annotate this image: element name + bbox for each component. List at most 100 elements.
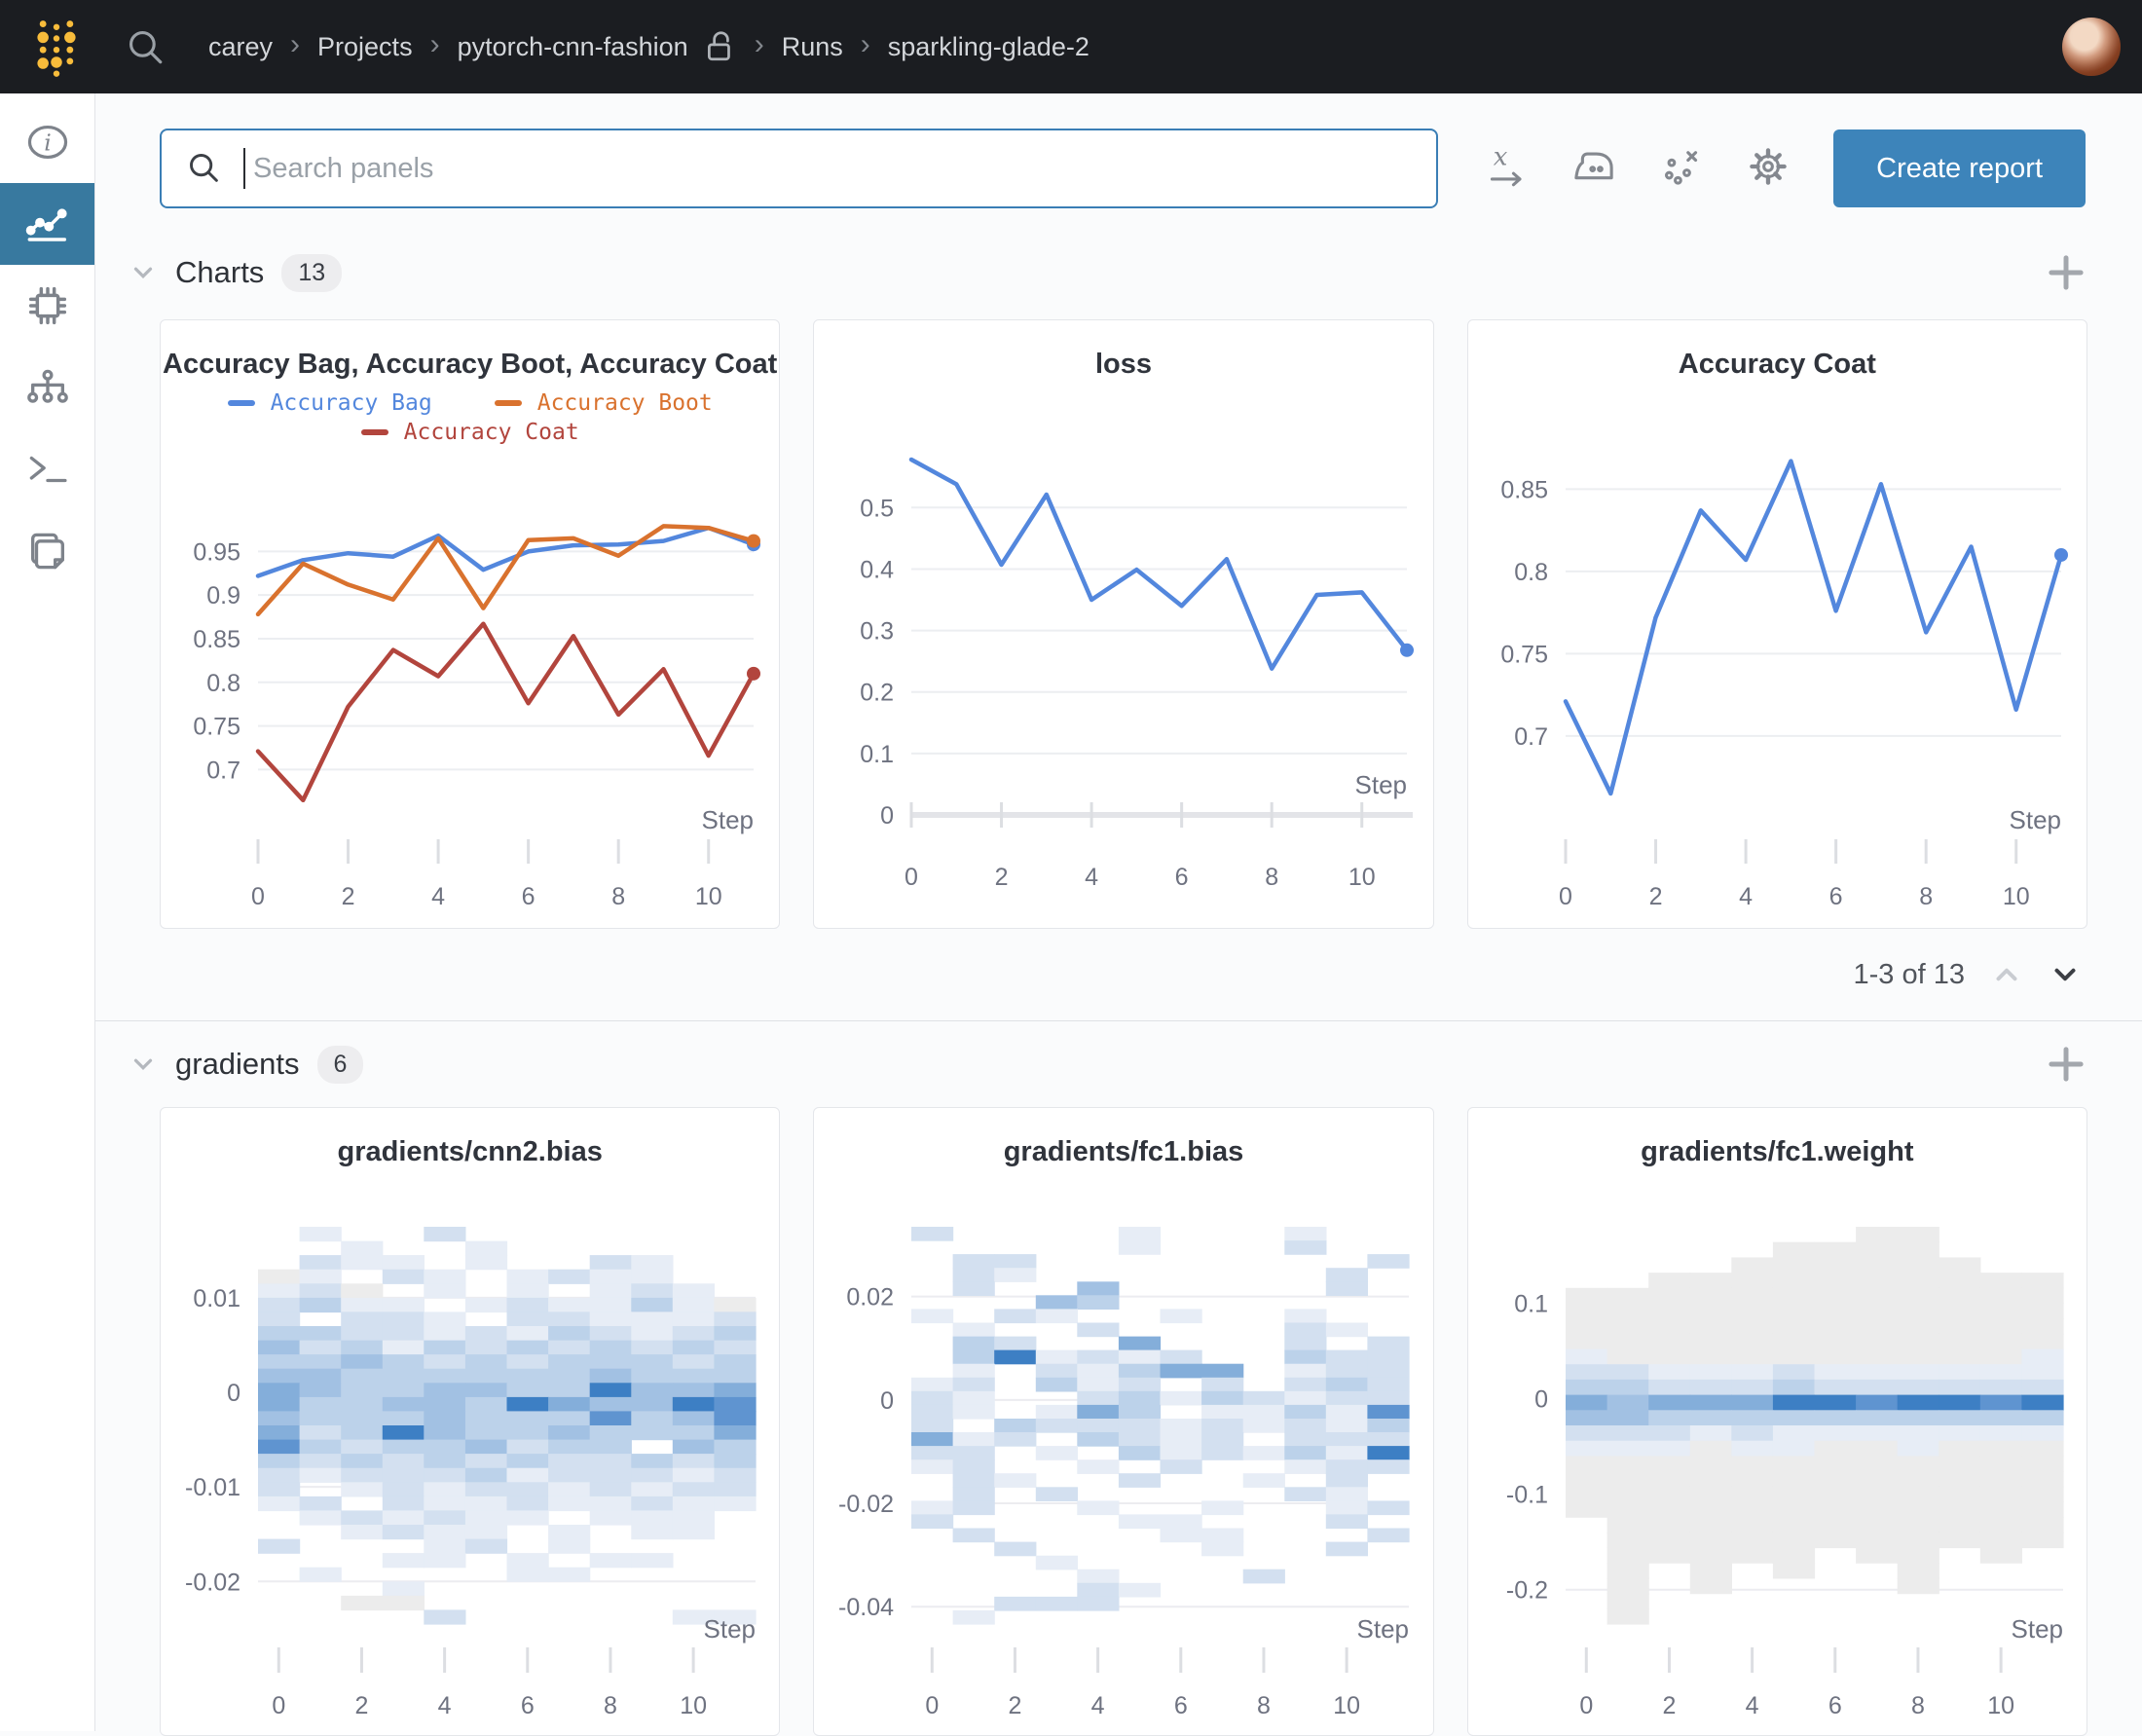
svg-text:10: 10 [695,883,722,910]
svg-text:-0.01: -0.01 [185,1474,240,1501]
legend-item-accuracy-boot[interactable]: Accuracy Boot [495,390,713,416]
section-title-gradients[interactable]: gradients [175,1047,300,1082]
smoothing-iron-icon[interactable] [1572,147,1615,191]
chevron-down-icon[interactable] [129,258,158,287]
svg-text:Step: Step [704,1614,757,1644]
sidebar-item-model[interactable] [0,347,94,428]
chevron-down-icon[interactable] [129,1050,158,1079]
charts-panel-row: Accuracy Bag, Accuracy Boot, Accuracy Co… [95,294,2142,929]
search-icon [187,151,222,186]
svg-text:6: 6 [1828,1692,1841,1719]
sidebar-item-charts[interactable] [0,183,94,265]
legend-item-accuracy-bag[interactable]: Accuracy Bag [228,390,432,416]
heatmap-canvas[interactable]: 0.010-0.01-0.020246810Step [161,1219,780,1735]
user-avatar[interactable] [2062,18,2121,76]
svg-text:6: 6 [1828,883,1842,910]
create-report-button[interactable]: Create report [1833,129,2086,207]
section-header-gradients: gradients 6 [129,1043,2087,1086]
sidebar-item-system[interactable] [0,265,94,347]
panel-accuracy-multi[interactable]: Accuracy Bag, Accuracy Boot, Accuracy Co… [160,319,780,929]
svg-text:4: 4 [438,1692,452,1719]
section-header-charts: Charts 13 [129,251,2087,294]
breadcrumb: carey › Projects › pytorch-cnn-fashion ›… [208,29,1089,64]
sidebar-item-files[interactable] [0,510,94,592]
legend-item-accuracy-coat[interactable]: Accuracy Coat [361,420,579,445]
svg-text:-0.1: -0.1 [1506,1482,1548,1509]
search-panels-box[interactable] [160,129,1438,208]
svg-text:6: 6 [521,1692,535,1719]
panel-loss[interactable]: loss 0.50.40.30.20.100246810Step [813,319,1433,929]
breadcrumb-entity[interactable]: carey [208,32,273,62]
svg-text:10: 10 [2002,883,2029,910]
breadcrumb-separator: › [861,28,870,61]
svg-text:2: 2 [1648,883,1662,910]
panel-count-badge: 13 [281,254,342,292]
panel-title: gradients/cnn2.bias [161,1131,779,1172]
svg-text:4: 4 [1739,883,1753,910]
add-panel-icon[interactable] [2045,1043,2087,1086]
panel-title: gradients/fc1.bias [814,1131,1432,1172]
svg-text:0: 0 [926,1692,940,1719]
svg-text:6: 6 [1174,1692,1188,1719]
panel-accuracy-coat[interactable]: Accuracy Coat 0.850.80.750.70246810Step [1467,319,2087,929]
section-divider [95,1020,2142,1021]
legend-swatch [361,429,388,435]
page-up-icon[interactable] [1990,958,2023,991]
svg-text:4: 4 [431,883,445,910]
svg-text:4: 4 [1085,864,1098,891]
sidebar-item-overview[interactable]: i [0,101,94,183]
svg-text:Step: Step [702,805,755,834]
heatmap-canvas[interactable]: 0.10-0.1-0.20246810Step [1468,1219,2087,1735]
breadcrumb-separator: › [430,28,440,61]
breadcrumb-separator: › [755,28,764,61]
section-title-charts[interactable]: Charts [175,255,264,290]
line-chart-canvas[interactable]: 0.850.80.750.70246810Step [1468,429,2087,928]
svg-text:0.7: 0.7 [1514,723,1548,751]
sidebar-item-logs[interactable] [0,428,94,510]
breadcrumb-separator: › [290,28,300,61]
line-chart-canvas[interactable]: 0.950.90.850.80.750.70246810Step [161,507,780,928]
svg-text:0.9: 0.9 [206,582,240,609]
svg-text:-0.2: -0.2 [1506,1577,1548,1605]
heatmap-canvas[interactable]: 0.020-0.02-0.040246810Step [814,1219,1433,1735]
panel-toolbar-icons: x [1487,144,1791,194]
settings-gear-icon[interactable] [1746,144,1791,194]
svg-text:8: 8 [1257,1692,1271,1719]
svg-text:10: 10 [680,1692,707,1719]
panel-fc1-bias[interactable]: gradients/fc1.bias 0.020-0.02-0.04024681… [813,1107,1433,1736]
breadcrumb-projects[interactable]: Projects [317,32,413,62]
x-axis-icon[interactable]: x [1487,145,1528,193]
panel-fc1-weight[interactable]: gradients/fc1.weight 0.10-0.1-0.20246810… [1467,1107,2087,1736]
svg-text:8: 8 [1911,1692,1925,1719]
info-icon: i [23,122,72,163]
svg-text:0.95: 0.95 [193,538,240,566]
breadcrumb-runs[interactable]: Runs [782,32,843,62]
breadcrumb-run[interactable]: sparkling-glade-2 [888,32,1089,62]
svg-text:0: 0 [880,802,894,830]
svg-text:0: 0 [1534,1386,1548,1414]
svg-text:10: 10 [1987,1692,2014,1719]
add-panel-icon[interactable] [2045,251,2087,294]
wandb-logo-icon[interactable] [27,15,86,79]
panel-cnn2-bias[interactable]: gradients/cnn2.bias 0.010-0.01-0.0202468… [160,1107,780,1736]
outliers-icon[interactable] [1660,145,1701,193]
svg-text:0: 0 [905,864,918,891]
svg-text:Step: Step [1355,770,1408,799]
page-down-icon[interactable] [2049,958,2082,991]
svg-text:6: 6 [1175,864,1189,891]
svg-text:8: 8 [1266,864,1279,891]
svg-text:0.01: 0.01 [193,1285,240,1312]
breadcrumb-project[interactable]: pytorch-cnn-fashion [458,32,688,62]
svg-text:2: 2 [995,864,1009,891]
svg-text:-0.02: -0.02 [838,1491,894,1518]
search-panels-input[interactable] [251,152,1411,186]
legend-label: Accuracy Bag [271,390,432,416]
model-graph-icon [25,366,70,409]
legend-label: Accuracy Boot [537,390,713,416]
global-search-icon[interactable] [125,26,166,67]
svg-text:0: 0 [1559,883,1572,910]
line-chart-canvas[interactable]: 0.50.40.30.20.100246810Step [814,429,1433,928]
unlock-icon [704,29,737,64]
svg-text:0.8: 0.8 [1514,559,1548,586]
svg-text:0.3: 0.3 [861,618,895,646]
